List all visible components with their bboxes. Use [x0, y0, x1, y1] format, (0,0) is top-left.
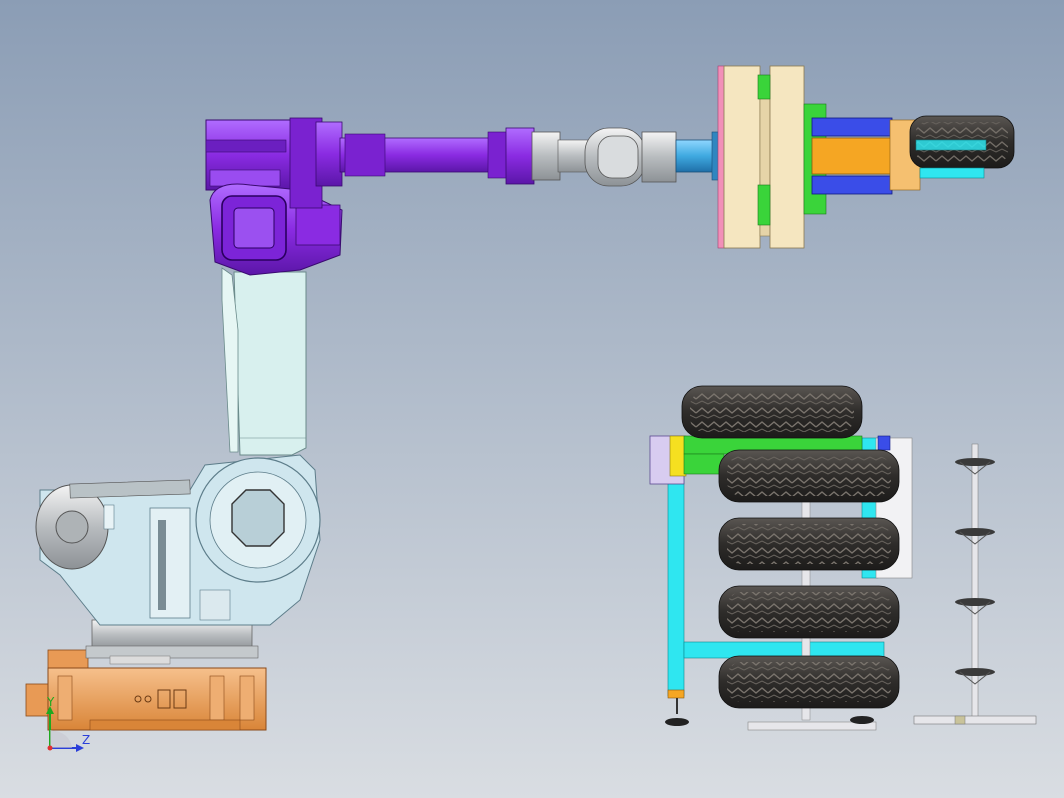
- robot-upper-link: [221, 267, 307, 456]
- cad-viewport[interactable]: Y Z: [0, 0, 1064, 798]
- y-axis-label: Y: [46, 695, 55, 709]
- tire: [718, 517, 900, 571]
- tire: [718, 449, 900, 503]
- z-axis-label: Z: [82, 733, 90, 747]
- cad-scene: Y Z: [0, 0, 1064, 798]
- tire: [718, 655, 900, 709]
- tire: [681, 385, 863, 439]
- tire: [718, 585, 900, 639]
- robot-turntable: [85, 619, 259, 665]
- origin-marker: [47, 745, 53, 751]
